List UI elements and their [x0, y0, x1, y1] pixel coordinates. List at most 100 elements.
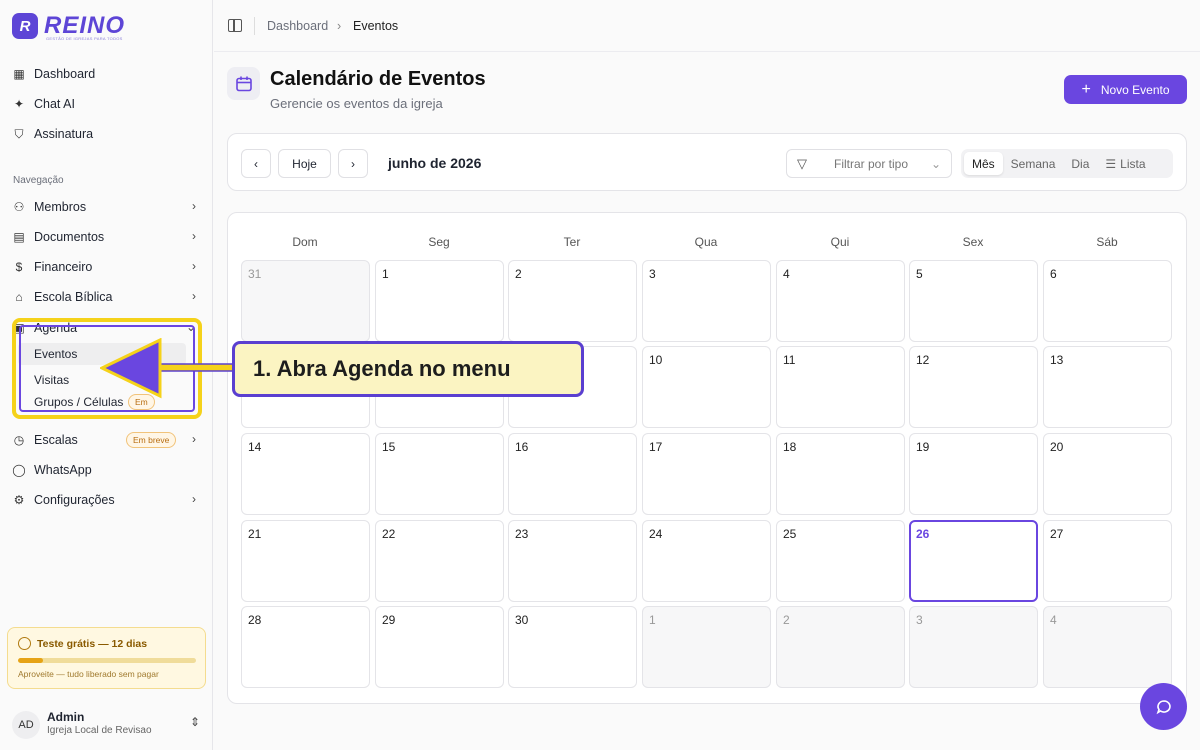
users-icon: ⚇	[13, 200, 25, 214]
calendar-day-cell[interactable]: 13	[1043, 346, 1172, 428]
avatar: AD	[12, 711, 40, 739]
new-event-button[interactable]: + Novo Evento	[1064, 75, 1187, 104]
calendar-day-cell[interactable]: 10	[642, 346, 771, 428]
day-number: 30	[515, 613, 529, 627]
calendar-day-cell[interactable]: 2	[776, 606, 905, 688]
chevron-right-icon: ›	[192, 199, 196, 213]
view-week-tab[interactable]: Semana	[1003, 152, 1064, 175]
sidebar-item-escalas[interactable]: ◷ Escalas Em breve ›	[12, 428, 202, 452]
chat-support-button[interactable]	[1140, 683, 1187, 730]
sidebar-item-assinatura[interactable]: ⛉ Assinatura	[12, 122, 202, 146]
calendar-day-cell[interactable]: 19	[909, 433, 1038, 515]
top-bar: Dashboard › Eventos	[214, 0, 1200, 52]
calendar-day-cell[interactable]: 31	[241, 260, 370, 342]
calendar-day-cell[interactable]: 1	[375, 260, 504, 342]
chevron-right-icon: ›	[192, 229, 196, 243]
calendar-day-cell[interactable]: 12	[909, 346, 1038, 428]
next-month-button[interactable]: ›	[338, 149, 368, 178]
calendar-day-cell[interactable]: 4	[1043, 606, 1172, 688]
calendar-day-cell[interactable]: 3	[909, 606, 1038, 688]
filter-icon: ▽	[797, 156, 807, 171]
view-list-label: Lista	[1120, 156, 1146, 171]
calendar-day-cell[interactable]: 15	[375, 433, 504, 515]
breadcrumb-dashboard[interactable]: Dashboard	[267, 19, 328, 33]
list-icon: ☰	[1105, 156, 1117, 171]
chevron-left-icon: ‹	[254, 156, 258, 171]
calendar-day-cell[interactable]: 3	[642, 260, 771, 342]
sidebar-item-configuracoes[interactable]: ⚙ Configurações ›	[12, 488, 202, 512]
day-number: 2	[515, 267, 522, 281]
calendar-day-cell[interactable]: 27	[1043, 520, 1172, 602]
trial-note: Aproveite — tudo liberado sem pagar	[18, 669, 159, 679]
view-day-tab[interactable]: Dia	[1063, 152, 1097, 175]
sidebar-item-documentos[interactable]: ▤ Documentos ›	[12, 225, 202, 249]
calendar-day-cell[interactable]: 24	[642, 520, 771, 602]
chat-bubble-icon	[1156, 699, 1171, 714]
day-number: 10	[649, 353, 663, 367]
day-number: 13	[1050, 353, 1064, 367]
view-list-tab[interactable]: ☰ Lista	[1097, 152, 1153, 175]
event-type-filter[interactable]: ▽ Filtrar por tipo ⌄	[786, 149, 952, 178]
day-number: 21	[248, 527, 262, 541]
grid-icon: ▦	[13, 67, 25, 81]
calendar-day-cell[interactable]: 4	[776, 260, 905, 342]
coming-soon-badge: Em breve	[126, 432, 177, 448]
calendar-day-cell[interactable]: 17	[642, 433, 771, 515]
calendar-day-today[interactable]: 26	[909, 520, 1038, 602]
sidebar-item-dashboard[interactable]: ▦ Dashboard	[12, 62, 202, 86]
trial-progress-bar	[18, 658, 196, 663]
calendar-day-cell[interactable]: 23	[508, 520, 637, 602]
chevron-down-icon: ⌄	[930, 157, 941, 171]
sidebar-item-membros[interactable]: ⚇ Membros ›	[12, 195, 202, 219]
trial-card: Teste grátis — 12 dias Aproveite — tudo …	[7, 627, 206, 689]
sidebar-item-label: Financeiro	[34, 260, 93, 274]
prev-month-button[interactable]: ‹	[241, 149, 271, 178]
day-number: 4	[1050, 613, 1057, 627]
day-number: 28	[248, 613, 262, 627]
divider	[254, 17, 255, 35]
sidebar-item-escola-biblica[interactable]: ⌂ Escola Bíblica ›	[12, 285, 202, 309]
calendar-day-cell[interactable]: 18	[776, 433, 905, 515]
day-number: 17	[649, 440, 663, 454]
document-icon: ▤	[13, 230, 25, 244]
weekday-header: Qua	[694, 235, 718, 249]
sidebar-item-chat-ai[interactable]: ✦ Chat AI	[12, 92, 202, 116]
day-number: 31	[248, 267, 262, 281]
chevrons-up-down-icon: ⇕	[189, 715, 200, 729]
sidebar-item-label: Escalas	[34, 433, 78, 447]
today-button[interactable]: Hoje	[278, 149, 331, 178]
calendar-day-cell[interactable]: 1	[642, 606, 771, 688]
calendar-day-cell[interactable]: 29	[375, 606, 504, 688]
calendar-day-cell[interactable]: 5	[909, 260, 1038, 342]
sparkles-icon: ✦	[13, 97, 25, 111]
day-number: 18	[783, 440, 797, 454]
chevron-right-icon: ›	[192, 432, 196, 446]
sidebar-item-label: Membros	[34, 200, 87, 214]
calendar-day-cell[interactable]: 20	[1043, 433, 1172, 515]
calendar-day-cell[interactable]: 22	[375, 520, 504, 602]
sidebar-item-financeiro[interactable]: $ Financeiro ›	[12, 255, 202, 279]
tutorial-callout: 1. Abra Agenda no menu	[232, 341, 584, 397]
graduation-cap-icon: ⌂	[15, 290, 23, 304]
nav-section-label: Navegação	[13, 175, 64, 186]
chat-bubble-icon: ◯	[12, 463, 26, 477]
sidebar-item-label: Assinatura	[34, 127, 94, 141]
day-number: 14	[248, 440, 262, 454]
chevron-right-icon: ›	[192, 289, 196, 303]
view-month-tab[interactable]: Mês	[964, 152, 1003, 175]
calendar-day-cell[interactable]: 25	[776, 520, 905, 602]
calendar-day-cell[interactable]: 16	[508, 433, 637, 515]
sidebar-item-whatsapp[interactable]: ◯ WhatsApp	[12, 458, 202, 482]
calendar-day-cell[interactable]: 6	[1043, 260, 1172, 342]
calendar-day-cell[interactable]: 30	[508, 606, 637, 688]
weekday-header: Sáb	[1096, 235, 1118, 249]
sidebar-toggle-icon[interactable]	[228, 19, 242, 32]
day-number: 3	[649, 267, 656, 281]
sidebar-item-label: Documentos	[34, 230, 105, 244]
calendar-day-cell[interactable]: 28	[241, 606, 370, 688]
calendar-day-cell[interactable]: 2	[508, 260, 637, 342]
calendar-day-cell[interactable]: 11	[776, 346, 905, 428]
calendar-day-cell[interactable]: 14	[241, 433, 370, 515]
user-menu[interactable]: AD Admin Igreja Local de Revisao ⇕	[12, 706, 204, 740]
calendar-day-cell[interactable]: 21	[241, 520, 370, 602]
